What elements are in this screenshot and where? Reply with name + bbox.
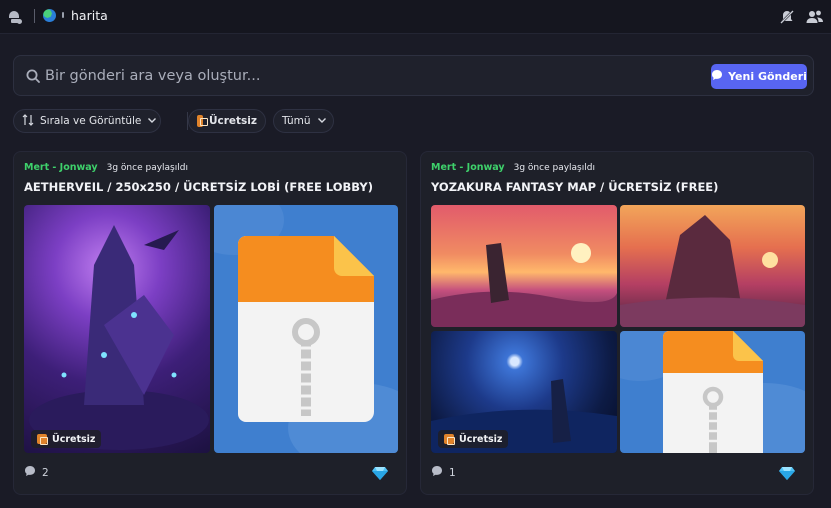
new-post-label: Yeni Gönderi <box>728 70 807 83</box>
post-media[interactable]: Ücretsiz <box>431 205 805 453</box>
free-badge-label: Ücretsiz <box>459 433 503 445</box>
new-post-button[interactable]: Yeni Gönderi <box>711 64 807 89</box>
tag-filter-label: Ücretsiz <box>208 115 257 127</box>
members-icon[interactable] <box>806 8 824 26</box>
search-icon <box>26 68 40 87</box>
threads-icon[interactable] <box>6 8 24 26</box>
chevron-down-icon <box>317 115 327 128</box>
free-badge: Ücretsiz <box>438 430 509 448</box>
comment-count[interactable]: 2 <box>24 465 49 480</box>
all-tags-dropdown[interactable]: Tümü <box>273 109 334 133</box>
chat-bubble-icon <box>711 69 723 84</box>
post-meta: Mert - Jonway 3g önce paylaşıldı <box>24 162 188 173</box>
comment-icon <box>431 465 443 480</box>
channel-name: harita <box>71 8 108 23</box>
post-card[interactable]: Mert - Jonway 3g önce paylaşıldı AETHERV… <box>13 151 407 495</box>
free-badge-label: Ücretsiz <box>52 433 96 445</box>
sort-icon <box>22 113 34 129</box>
post-time: 3g önce paylaşıldı <box>513 163 595 173</box>
post-image[interactable] <box>620 205 805 327</box>
attachment-preview[interactable] <box>620 331 805 453</box>
zip-file-icon <box>663 331 763 453</box>
nitro-gem-icon <box>372 465 388 484</box>
nitro-gem-icon <box>779 465 795 484</box>
tag-icon <box>37 434 48 445</box>
chevron-down-icon <box>147 115 157 128</box>
search-input[interactable] <box>45 65 685 87</box>
tag-icon <box>197 115 208 127</box>
all-tags-label: Tümü <box>282 115 311 127</box>
post-author[interactable]: Mert - Jonway <box>24 162 98 173</box>
sort-label: Sırala ve Görüntüle <box>40 115 142 127</box>
search-bar: Yeni Gönderi <box>13 55 814 96</box>
mute-notifications-icon[interactable] <box>778 8 796 26</box>
comment-count-value: 2 <box>42 466 49 479</box>
post-author[interactable]: Mert - Jonway <box>431 162 505 173</box>
comment-count-value: 1 <box>449 466 456 479</box>
post-media[interactable]: Ücretsiz <box>24 205 398 453</box>
tag-filter-free[interactable]: Ücretsiz <box>188 109 266 133</box>
post-title[interactable]: AETHERVEIL / 250x250 / ÜCRETSİZ LOBİ (FR… <box>24 180 373 194</box>
header-divider <box>34 9 35 23</box>
comment-count[interactable]: 1 <box>431 465 456 480</box>
globe-icon <box>43 9 56 22</box>
free-badge: Ücretsiz <box>31 430 102 448</box>
post-image[interactable]: Ücretsiz <box>24 205 210 453</box>
attachment-preview[interactable] <box>214 205 398 453</box>
zip-file-icon <box>238 236 374 422</box>
filter-bar: Sırala ve Görüntüle Ücretsiz Tümü <box>13 109 818 133</box>
post-title[interactable]: YOZAKURA FANTASY MAP / ÜCRETSİZ (FREE) <box>431 180 718 194</box>
post-time: 3g önce paylaşıldı <box>106 163 188 173</box>
channel-separator <box>62 12 64 18</box>
post-image[interactable]: Ücretsiz <box>431 331 617 453</box>
tag-icon <box>444 434 455 445</box>
post-card[interactable]: Mert - Jonway 3g önce paylaşıldı YOZAKUR… <box>420 151 814 495</box>
post-meta: Mert - Jonway 3g önce paylaşıldı <box>431 162 595 173</box>
post-image[interactable] <box>431 205 617 327</box>
comment-icon <box>24 465 36 480</box>
sort-and-view-dropdown[interactable]: Sırala ve Görüntüle <box>13 109 161 133</box>
channel-header: harita <box>0 0 831 34</box>
